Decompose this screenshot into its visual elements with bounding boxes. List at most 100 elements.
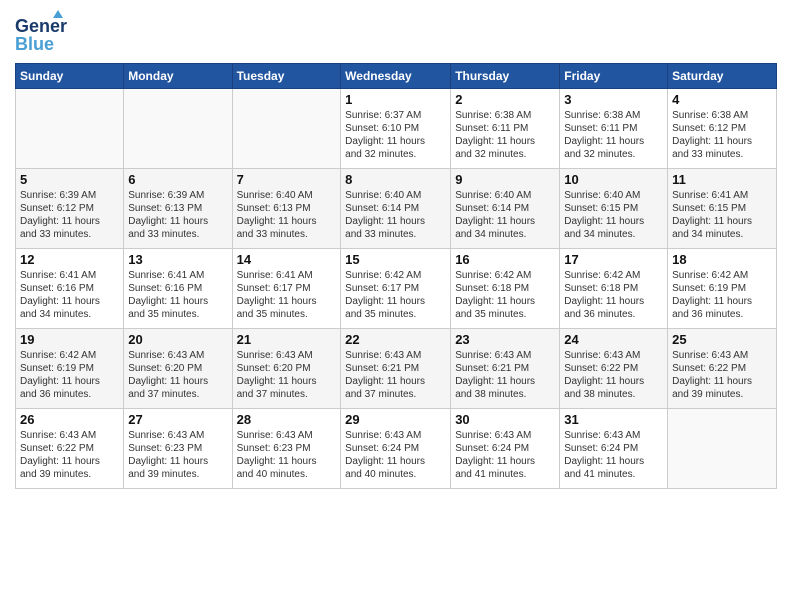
calendar-cell: 21Sunrise: 6:43 AM Sunset: 6:20 PM Dayli… (232, 329, 341, 409)
calendar-cell: 23 Sunrise: 6:43 AM Sunset: 6:21 PM Dayli… (451, 329, 560, 409)
calendar-cell: 19Sunrise: 6:42 AM Sunset: 6:19 PM Dayli… (16, 329, 124, 409)
day-info: Sunrise: 6:42 AM Sunset: 6:19 PM Dayligh… (672, 269, 772, 321)
weekday-header-saturday: Saturday (668, 64, 777, 89)
calendar-cell: 10 Sunrise: 6:40 AM Sunset: 6:15 PM Dayli… (560, 169, 668, 249)
day-info: Sunrise: 6:41 AM Sunset: 6:17 PM Dayligh… (237, 269, 337, 321)
calendar-cell: 15 Sunrise: 6:42 AM Sunset: 6:17 PM Dayli… (341, 249, 451, 329)
day-info: Sunrise: 6:41 AM Sunset: 6:16 PM Dayligh… (20, 269, 119, 321)
weekday-header-monday: Monday (124, 64, 232, 89)
weekday-header-sunday: Sunday (16, 64, 124, 89)
day-number: 8 (345, 172, 446, 187)
calendar-week-3: 12 Sunrise: 6:41 AM Sunset: 6:16 PM Dayli… (16, 249, 777, 329)
day-number: 23 (455, 332, 555, 347)
day-info: Sunrise: 6:39 AM Sunset: 6:13 PM Dayligh… (128, 189, 227, 241)
day-info: Sunrise: 6:43 AM Sunset: 6:22 PM Dayligh… (564, 349, 663, 401)
day-number: 20 (128, 332, 227, 347)
day-info: Sunrise: 6:43 AM Sunset: 6:23 PM Dayligh… (237, 429, 337, 481)
day-info: Sunrise: 6:43 AM Sunset: 6:22 PM Dayligh… (20, 429, 119, 481)
calendar-cell: 18 Sunrise: 6:42 AM Sunset: 6:19 PM Dayli… (668, 249, 777, 329)
calendar-cell: 16Sunrise: 6:42 AM Sunset: 6:18 PM Dayli… (451, 249, 560, 329)
logo-icon: General Blue (15, 10, 67, 55)
day-info: Sunrise: 6:42 AM Sunset: 6:18 PM Dayligh… (564, 269, 663, 321)
day-info: Sunrise: 6:40 AM Sunset: 6:14 PM Dayligh… (345, 189, 446, 241)
calendar-body: 1Sunrise: 6:37 AM Sunset: 6:10 PM Daylig… (16, 89, 777, 489)
calendar-cell: 24 Sunrise: 6:43 AM Sunset: 6:22 PM Dayli… (560, 329, 668, 409)
day-number: 25 (672, 332, 772, 347)
day-number: 14 (237, 252, 337, 267)
day-number: 27 (128, 412, 227, 427)
calendar-cell: 14 Sunrise: 6:41 AM Sunset: 6:17 PM Dayli… (232, 249, 341, 329)
day-info: Sunrise: 6:38 AM Sunset: 6:12 PM Dayligh… (672, 109, 772, 161)
weekday-header-wednesday: Wednesday (341, 64, 451, 89)
day-number: 15 (345, 252, 446, 267)
day-number: 17 (564, 252, 663, 267)
svg-text:Blue: Blue (15, 34, 54, 54)
calendar-cell: 30Sunrise: 6:43 AM Sunset: 6:24 PM Dayli… (451, 409, 560, 489)
calendar-cell: 3 Sunrise: 6:38 AM Sunset: 6:11 PM Daylig… (560, 89, 668, 169)
day-info: Sunrise: 6:38 AM Sunset: 6:11 PM Dayligh… (455, 109, 555, 161)
page: General Blue SundayMondayTuesdayWednesda… (0, 0, 792, 612)
calendar-cell: 29 Sunrise: 6:43 AM Sunset: 6:24 PM Dayli… (341, 409, 451, 489)
calendar-cell: 26 Sunrise: 6:43 AM Sunset: 6:22 PM Dayli… (16, 409, 124, 489)
day-info: Sunrise: 6:40 AM Sunset: 6:15 PM Dayligh… (564, 189, 663, 241)
day-number: 31 (564, 412, 663, 427)
day-info: Sunrise: 6:43 AM Sunset: 6:23 PM Dayligh… (128, 429, 227, 481)
calendar-cell: 22 Sunrise: 6:43 AM Sunset: 6:21 PM Dayli… (341, 329, 451, 409)
calendar-cell: 17 Sunrise: 6:42 AM Sunset: 6:18 PM Dayli… (560, 249, 668, 329)
calendar-cell (668, 409, 777, 489)
day-number: 28 (237, 412, 337, 427)
calendar-week-4: 19Sunrise: 6:42 AM Sunset: 6:19 PM Dayli… (16, 329, 777, 409)
day-number: 9 (455, 172, 555, 187)
calendar-cell: 12 Sunrise: 6:41 AM Sunset: 6:16 PM Dayli… (16, 249, 124, 329)
calendar-week-2: 5Sunrise: 6:39 AM Sunset: 6:12 PM Daylig… (16, 169, 777, 249)
day-number: 7 (237, 172, 337, 187)
calendar-cell: 27 Sunrise: 6:43 AM Sunset: 6:23 PM Dayli… (124, 409, 232, 489)
day-info: Sunrise: 6:43 AM Sunset: 6:20 PM Dayligh… (237, 349, 337, 401)
calendar-week-1: 1Sunrise: 6:37 AM Sunset: 6:10 PM Daylig… (16, 89, 777, 169)
day-number: 10 (564, 172, 663, 187)
calendar-cell (232, 89, 341, 169)
day-number: 24 (564, 332, 663, 347)
calendar-cell (16, 89, 124, 169)
day-number: 4 (672, 92, 772, 107)
logo: General Blue (15, 10, 67, 55)
day-info: Sunrise: 6:43 AM Sunset: 6:22 PM Dayligh… (672, 349, 772, 401)
day-number: 26 (20, 412, 119, 427)
day-info: Sunrise: 6:41 AM Sunset: 6:16 PM Dayligh… (128, 269, 227, 321)
weekday-header-thursday: Thursday (451, 64, 560, 89)
day-info: Sunrise: 6:41 AM Sunset: 6:15 PM Dayligh… (672, 189, 772, 241)
day-info: Sunrise: 6:43 AM Sunset: 6:20 PM Dayligh… (128, 349, 227, 401)
day-number: 29 (345, 412, 446, 427)
calendar-cell: 9Sunrise: 6:40 AM Sunset: 6:14 PM Daylig… (451, 169, 560, 249)
weekday-header-row: SundayMondayTuesdayWednesdayThursdayFrid… (16, 64, 777, 89)
day-number: 6 (128, 172, 227, 187)
calendar-cell: 5Sunrise: 6:39 AM Sunset: 6:12 PM Daylig… (16, 169, 124, 249)
day-info: Sunrise: 6:43 AM Sunset: 6:21 PM Dayligh… (455, 349, 555, 401)
calendar-header: SundayMondayTuesdayWednesdayThursdayFrid… (16, 64, 777, 89)
weekday-header-tuesday: Tuesday (232, 64, 341, 89)
calendar-cell: 25 Sunrise: 6:43 AM Sunset: 6:22 PM Dayli… (668, 329, 777, 409)
calendar-week-5: 26 Sunrise: 6:43 AM Sunset: 6:22 PM Dayli… (16, 409, 777, 489)
day-info: Sunrise: 6:42 AM Sunset: 6:19 PM Dayligh… (20, 349, 119, 401)
calendar-cell: 1Sunrise: 6:37 AM Sunset: 6:10 PM Daylig… (341, 89, 451, 169)
day-info: Sunrise: 6:43 AM Sunset: 6:21 PM Dayligh… (345, 349, 446, 401)
calendar-cell: 20 Sunrise: 6:43 AM Sunset: 6:20 PM Dayli… (124, 329, 232, 409)
day-info: Sunrise: 6:38 AM Sunset: 6:11 PM Dayligh… (564, 109, 663, 161)
calendar-cell: 31 Sunrise: 6:43 AM Sunset: 6:24 PM Dayli… (560, 409, 668, 489)
svg-text:General: General (15, 16, 67, 36)
day-info: Sunrise: 6:43 AM Sunset: 6:24 PM Dayligh… (345, 429, 446, 481)
day-info: Sunrise: 6:43 AM Sunset: 6:24 PM Dayligh… (564, 429, 663, 481)
day-number: 2 (455, 92, 555, 107)
day-number: 22 (345, 332, 446, 347)
calendar-table: SundayMondayTuesdayWednesdayThursdayFrid… (15, 63, 777, 489)
calendar-cell: 7 Sunrise: 6:40 AM Sunset: 6:13 PM Daylig… (232, 169, 341, 249)
day-info: Sunrise: 6:37 AM Sunset: 6:10 PM Dayligh… (345, 109, 446, 161)
day-info: Sunrise: 6:39 AM Sunset: 6:12 PM Dayligh… (20, 189, 119, 241)
day-info: Sunrise: 6:40 AM Sunset: 6:13 PM Dayligh… (237, 189, 337, 241)
day-info: Sunrise: 6:42 AM Sunset: 6:17 PM Dayligh… (345, 269, 446, 321)
header: General Blue (15, 10, 777, 55)
day-number: 18 (672, 252, 772, 267)
calendar-cell: 11Sunrise: 6:41 AM Sunset: 6:15 PM Dayli… (668, 169, 777, 249)
day-number: 3 (564, 92, 663, 107)
day-number: 12 (20, 252, 119, 267)
